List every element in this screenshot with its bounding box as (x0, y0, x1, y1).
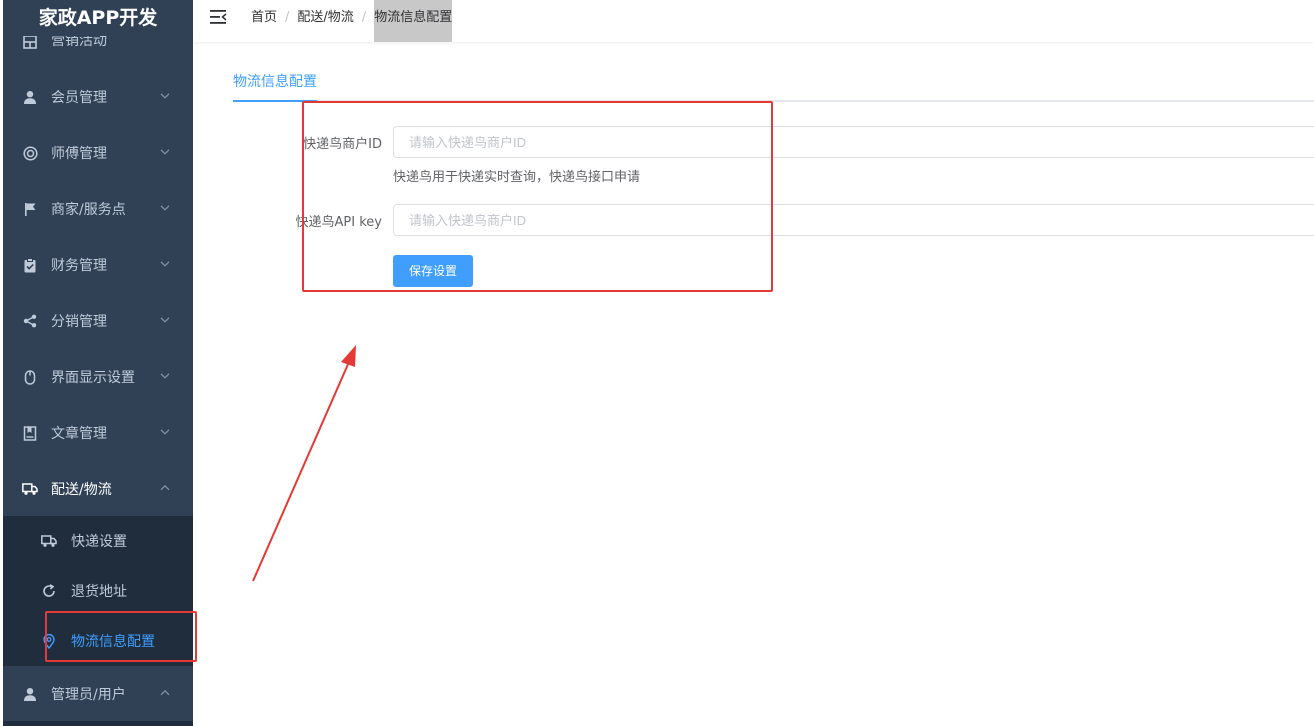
breadcrumb-logistics[interactable]: 配送/物流 (297, 0, 353, 35)
sidebar-item-logistics[interactable]: 配送/物流 (3, 461, 193, 517)
chevron-up-icon (160, 689, 170, 696)
tabs: 物流信息配置 (233, 72, 1314, 102)
breadcrumb-separator: / (361, 10, 367, 25)
chevron-down-icon (160, 149, 170, 155)
flag-icon (22, 201, 38, 217)
sidebar-item-merchants[interactable]: 商家/服务点 (3, 181, 193, 237)
navbar: 首页 / 配送/物流 / 物流信息配置 (193, 0, 1314, 42)
location-icon (41, 633, 57, 649)
sidebar: 营销活动 家政APP开发 会员管理 师傅管理 商家/服务点 财务管理 分销管理 … (0, 0, 193, 726)
api-key-label: 快递鸟API key (295, 215, 382, 230)
user-icon (22, 89, 38, 105)
sidebar-item-articles[interactable]: 文章管理 (3, 405, 193, 461)
tab-logistics-config[interactable]: 物流信息配置 (233, 72, 317, 102)
sidebar-item-label: 会员管理 (51, 90, 107, 106)
chevron-down-icon (160, 93, 170, 99)
breadcrumb-separator: / (285, 10, 290, 25)
mouse-icon (22, 369, 38, 385)
breadcrumb-current: 物流信息配置 (374, 0, 453, 42)
sidebar-item-label: 分销管理 (51, 314, 107, 330)
submenu-item-express-settings[interactable]: 快递设置 (3, 516, 193, 566)
sidebar-item-distribution[interactable]: 分销管理 (3, 293, 193, 349)
sidebar-item-display-settings[interactable]: 界面显示设置 (3, 349, 193, 405)
breadcrumb: 首页 / 配送/物流 / 物流信息配置 (251, 0, 453, 42)
chevron-up-icon (160, 484, 170, 491)
save-settings-button[interactable]: 保存设置 (393, 255, 473, 287)
merchant-id-label: 快递鸟商户ID (303, 137, 382, 152)
submenu-item-label: 快递设置 (71, 534, 127, 550)
breadcrumb-home[interactable]: 首页 (251, 0, 277, 35)
annotation-arrow (252, 345, 356, 582)
sidebar-item-masters[interactable]: 师傅管理 (3, 125, 193, 181)
sidebar-item-label: 界面显示设置 (51, 370, 135, 386)
chevron-down-icon (160, 429, 170, 435)
app-logo: 家政APP开发 (3, 0, 193, 36)
sidebar-item-label: 师傅管理 (51, 146, 107, 162)
submenu-item-return-address[interactable]: 退货地址 (3, 566, 193, 616)
form-row-merchant-id: 快递鸟商户ID (233, 133, 382, 153)
submenu-item-label: 退货地址 (71, 584, 127, 600)
api-key-input[interactable] (393, 204, 1314, 236)
hamburger-icon[interactable] (209, 8, 227, 26)
sidebar-item-label: 商家/服务点 (51, 202, 126, 218)
lifebuoy-icon (22, 145, 38, 161)
truck-icon (22, 481, 38, 497)
chevron-down-icon (160, 317, 170, 323)
chevron-down-icon (160, 261, 170, 267)
merchant-id-hint: 快递鸟用于快递实时查询，快递鸟接口申请 (393, 170, 641, 185)
tab-active-indicator (233, 100, 317, 102)
sidebar-item-label: 财务管理 (51, 258, 107, 274)
clipboard-check-icon (22, 257, 38, 273)
truck-icon (41, 533, 57, 549)
chevron-down-icon (160, 373, 170, 379)
sidebar-item-label: 配送/物流 (51, 482, 112, 498)
sidebar-item-finance[interactable]: 财务管理 (3, 237, 193, 293)
grid-icon (22, 34, 38, 50)
refresh-icon (41, 583, 57, 599)
logistics-submenu: 快递设置 退货地址 物流信息配置 (3, 516, 193, 666)
submenu-bottom-strip (3, 721, 193, 726)
sidebar-item-label: 文章管理 (51, 426, 107, 442)
user-icon (22, 686, 38, 702)
merchant-id-input[interactable] (393, 126, 1314, 158)
submenu-item-logistics-config[interactable]: 物流信息配置 (3, 616, 193, 666)
submenu-item-label: 物流信息配置 (71, 634, 155, 650)
chevron-down-icon (160, 205, 170, 211)
book-icon (22, 425, 38, 441)
sidebar-item-members[interactable]: 会员管理 (3, 69, 193, 125)
sidebar-item-label: 管理员/用户 (51, 687, 126, 703)
sidebar-item-admin-users[interactable]: 管理员/用户 (3, 666, 193, 722)
share-icon (22, 313, 38, 329)
form-row-api-key: 快递鸟API key (233, 211, 382, 231)
